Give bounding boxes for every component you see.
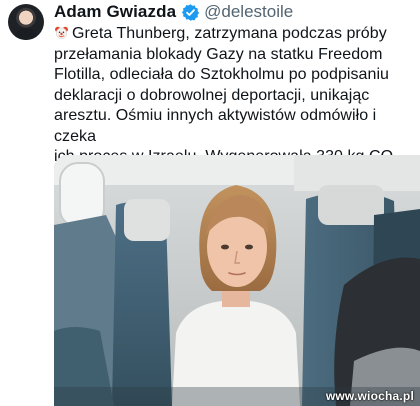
tweet-text: Greta Thunberg, zatrzymana podczas próby…	[54, 25, 404, 165]
author-display-name[interactable]: Adam Gwiazda	[54, 2, 176, 22]
tweet-header: Adam Gwiazda @delestoile	[54, 2, 293, 22]
clown-emoji-icon	[54, 25, 69, 40]
author-handle[interactable]: @delestoile	[204, 2, 293, 22]
tweet-body: Greta Thunberg, zatrzymana podczas próby…	[54, 24, 414, 168]
tweet-photo[interactable]: www.wiocha.pl	[54, 155, 420, 406]
airplane-cabin-photo-icon	[54, 155, 420, 406]
photo-watermark: www.wiocha.pl	[325, 389, 414, 403]
tweet-paragraph: Greta Thunberg, zatrzymana podczas próby…	[54, 24, 414, 168]
author-avatar[interactable]	[8, 4, 44, 40]
verified-badge-icon	[181, 3, 200, 22]
